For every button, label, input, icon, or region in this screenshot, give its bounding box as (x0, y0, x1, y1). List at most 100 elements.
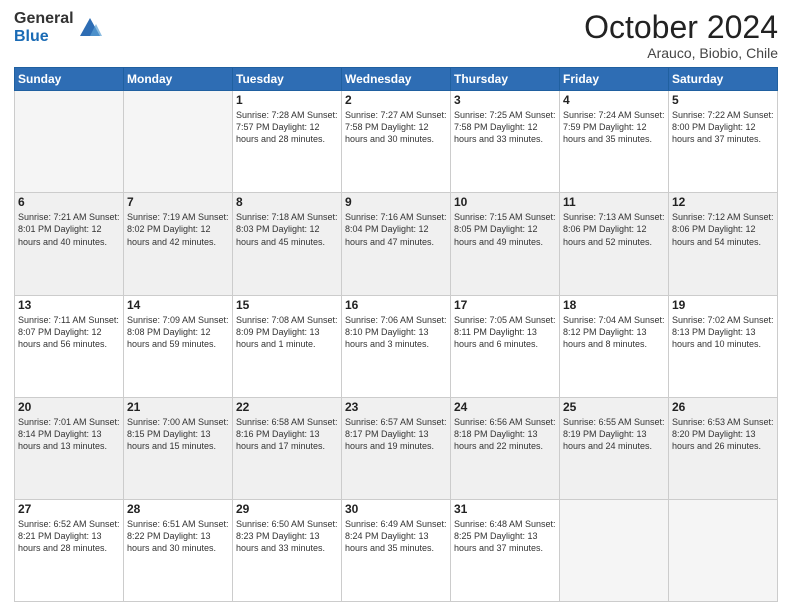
day-info: Sunrise: 6:56 AM Sunset: 8:18 PM Dayligh… (454, 416, 556, 452)
col-saturday: Saturday (669, 68, 778, 91)
day-info: Sunrise: 6:49 AM Sunset: 8:24 PM Dayligh… (345, 518, 447, 554)
day-info: Sunrise: 7:12 AM Sunset: 8:06 PM Dayligh… (672, 211, 774, 247)
day-number: 16 (345, 298, 447, 312)
calendar-page: General Blue October 2024 Arauco, Biobio… (0, 0, 792, 612)
day-info: Sunrise: 7:06 AM Sunset: 8:10 PM Dayligh… (345, 314, 447, 350)
day-number: 29 (236, 502, 338, 516)
table-row: 24 Sunrise: 6:56 AM Sunset: 8:18 PM Dayli… (451, 397, 560, 499)
day-number: 17 (454, 298, 556, 312)
table-row: 27 Sunrise: 6:52 AM Sunset: 8:21 PM Dayli… (15, 499, 124, 601)
day-number: 8 (236, 195, 338, 209)
table-row: 13 Sunrise: 7:11 AM Sunset: 8:07 PM Dayli… (15, 295, 124, 397)
table-row: 21 Sunrise: 7:00 AM Sunset: 8:15 PM Dayli… (124, 397, 233, 499)
table-row: 30Sunrise: 6:49 AM Sunset: 8:24 PM Dayli… (342, 499, 451, 601)
day-number: 10 (454, 195, 556, 209)
day-number: 31 (454, 502, 556, 516)
day-number: 14 (127, 298, 229, 312)
logo: General Blue (14, 10, 104, 45)
day-number: 26 (672, 400, 774, 414)
logo-text: General Blue (14, 10, 74, 45)
day-info: Sunrise: 7:25 AM Sunset: 7:58 PM Dayligh… (454, 109, 556, 145)
col-sunday: Sunday (15, 68, 124, 91)
day-number: 25 (563, 400, 665, 414)
day-info: Sunrise: 7:05 AM Sunset: 8:11 PM Dayligh… (454, 314, 556, 350)
table-row: 12 Sunrise: 7:12 AM Sunset: 8:06 PM Dayli… (669, 193, 778, 295)
day-info: Sunrise: 6:57 AM Sunset: 8:17 PM Dayligh… (345, 416, 447, 452)
day-info: Sunrise: 7:13 AM Sunset: 8:06 PM Dayligh… (563, 211, 665, 247)
col-tuesday: Tuesday (233, 68, 342, 91)
day-number: 2 (345, 93, 447, 107)
day-number: 13 (18, 298, 120, 312)
table-row (15, 91, 124, 193)
day-info: Sunrise: 6:55 AM Sunset: 8:19 PM Dayligh… (563, 416, 665, 452)
table-row: 16 Sunrise: 7:06 AM Sunset: 8:10 PM Dayli… (342, 295, 451, 397)
day-number: 21 (127, 400, 229, 414)
table-row (124, 91, 233, 193)
table-row: 31Sunrise: 6:48 AM Sunset: 8:25 PM Dayli… (451, 499, 560, 601)
table-row: 6Sunrise: 7:21 AM Sunset: 8:01 PM Daylig… (15, 193, 124, 295)
header: General Blue October 2024 Arauco, Biobio… (14, 10, 778, 61)
col-thursday: Thursday (451, 68, 560, 91)
table-row: 9 Sunrise: 7:16 AM Sunset: 8:04 PM Daylig… (342, 193, 451, 295)
day-info: Sunrise: 7:22 AM Sunset: 8:00 PM Dayligh… (672, 109, 774, 145)
day-info: Sunrise: 6:58 AM Sunset: 8:16 PM Dayligh… (236, 416, 338, 452)
col-monday: Monday (124, 68, 233, 91)
day-number: 22 (236, 400, 338, 414)
calendar-week-row: 20 Sunrise: 7:01 AM Sunset: 8:14 PM Dayli… (15, 397, 778, 499)
location-title: Arauco, Biobio, Chile (584, 45, 778, 61)
table-row: 4Sunrise: 7:24 AM Sunset: 7:59 PM Daylig… (560, 91, 669, 193)
day-info: Sunrise: 7:04 AM Sunset: 8:12 PM Dayligh… (563, 314, 665, 350)
day-info: Sunrise: 6:53 AM Sunset: 8:20 PM Dayligh… (672, 416, 774, 452)
table-row: 2 Sunrise: 7:27 AM Sunset: 7:58 PM Daylig… (342, 91, 451, 193)
col-wednesday: Wednesday (342, 68, 451, 91)
title-block: October 2024 Arauco, Biobio, Chile (584, 10, 778, 61)
table-row: 11 Sunrise: 7:13 AM Sunset: 8:06 PM Dayli… (560, 193, 669, 295)
table-row: 5Sunrise: 7:22 AM Sunset: 8:00 PM Daylig… (669, 91, 778, 193)
day-info: Sunrise: 7:15 AM Sunset: 8:05 PM Dayligh… (454, 211, 556, 247)
table-row: 20 Sunrise: 7:01 AM Sunset: 8:14 PM Dayli… (15, 397, 124, 499)
day-number: 9 (345, 195, 447, 209)
table-row: 17 Sunrise: 7:05 AM Sunset: 8:11 PM Dayli… (451, 295, 560, 397)
day-info: Sunrise: 7:02 AM Sunset: 8:13 PM Dayligh… (672, 314, 774, 350)
table-row: 22 Sunrise: 6:58 AM Sunset: 8:16 PM Dayli… (233, 397, 342, 499)
table-row (560, 499, 669, 601)
calendar-week-row: 1Sunrise: 7:28 AM Sunset: 7:57 PM Daylig… (15, 91, 778, 193)
day-info: Sunrise: 7:28 AM Sunset: 7:57 PM Dayligh… (236, 109, 338, 145)
day-info: Sunrise: 7:16 AM Sunset: 8:04 PM Dayligh… (345, 211, 447, 247)
table-row: 26 Sunrise: 6:53 AM Sunset: 8:20 PM Dayli… (669, 397, 778, 499)
day-number: 24 (454, 400, 556, 414)
day-info: Sunrise: 7:01 AM Sunset: 8:14 PM Dayligh… (18, 416, 120, 452)
day-number: 7 (127, 195, 229, 209)
day-info: Sunrise: 6:51 AM Sunset: 8:22 PM Dayligh… (127, 518, 229, 554)
day-info: Sunrise: 7:09 AM Sunset: 8:08 PM Dayligh… (127, 314, 229, 350)
table-row: 7Sunrise: 7:19 AM Sunset: 8:02 PM Daylig… (124, 193, 233, 295)
table-row: 3Sunrise: 7:25 AM Sunset: 7:58 PM Daylig… (451, 91, 560, 193)
table-row: 19 Sunrise: 7:02 AM Sunset: 8:13 PM Dayli… (669, 295, 778, 397)
day-info: Sunrise: 7:11 AM Sunset: 8:07 PM Dayligh… (18, 314, 120, 350)
calendar-header-row: Sunday Monday Tuesday Wednesday Thursday… (15, 68, 778, 91)
logo-general: General (14, 10, 74, 28)
table-row: 10 Sunrise: 7:15 AM Sunset: 8:05 PM Dayli… (451, 193, 560, 295)
table-row: 18 Sunrise: 7:04 AM Sunset: 8:12 PM Dayli… (560, 295, 669, 397)
day-number: 27 (18, 502, 120, 516)
day-number: 12 (672, 195, 774, 209)
calendar-week-row: 6Sunrise: 7:21 AM Sunset: 8:01 PM Daylig… (15, 193, 778, 295)
day-info: Sunrise: 7:27 AM Sunset: 7:58 PM Dayligh… (345, 109, 447, 145)
table-row: 14 Sunrise: 7:09 AM Sunset: 8:08 PM Dayli… (124, 295, 233, 397)
month-title: October 2024 (584, 10, 778, 45)
day-number: 20 (18, 400, 120, 414)
col-friday: Friday (560, 68, 669, 91)
logo-icon (76, 14, 104, 42)
logo-blue: Blue (14, 28, 74, 46)
day-info: Sunrise: 6:52 AM Sunset: 8:21 PM Dayligh… (18, 518, 120, 554)
day-number: 19 (672, 298, 774, 312)
day-number: 11 (563, 195, 665, 209)
day-info: Sunrise: 7:00 AM Sunset: 8:15 PM Dayligh… (127, 416, 229, 452)
day-number: 28 (127, 502, 229, 516)
day-number: 23 (345, 400, 447, 414)
day-info: Sunrise: 7:24 AM Sunset: 7:59 PM Dayligh… (563, 109, 665, 145)
day-number: 18 (563, 298, 665, 312)
calendar-week-row: 27 Sunrise: 6:52 AM Sunset: 8:21 PM Dayli… (15, 499, 778, 601)
day-info: Sunrise: 6:50 AM Sunset: 8:23 PM Dayligh… (236, 518, 338, 554)
day-info: Sunrise: 7:21 AM Sunset: 8:01 PM Dayligh… (18, 211, 120, 247)
